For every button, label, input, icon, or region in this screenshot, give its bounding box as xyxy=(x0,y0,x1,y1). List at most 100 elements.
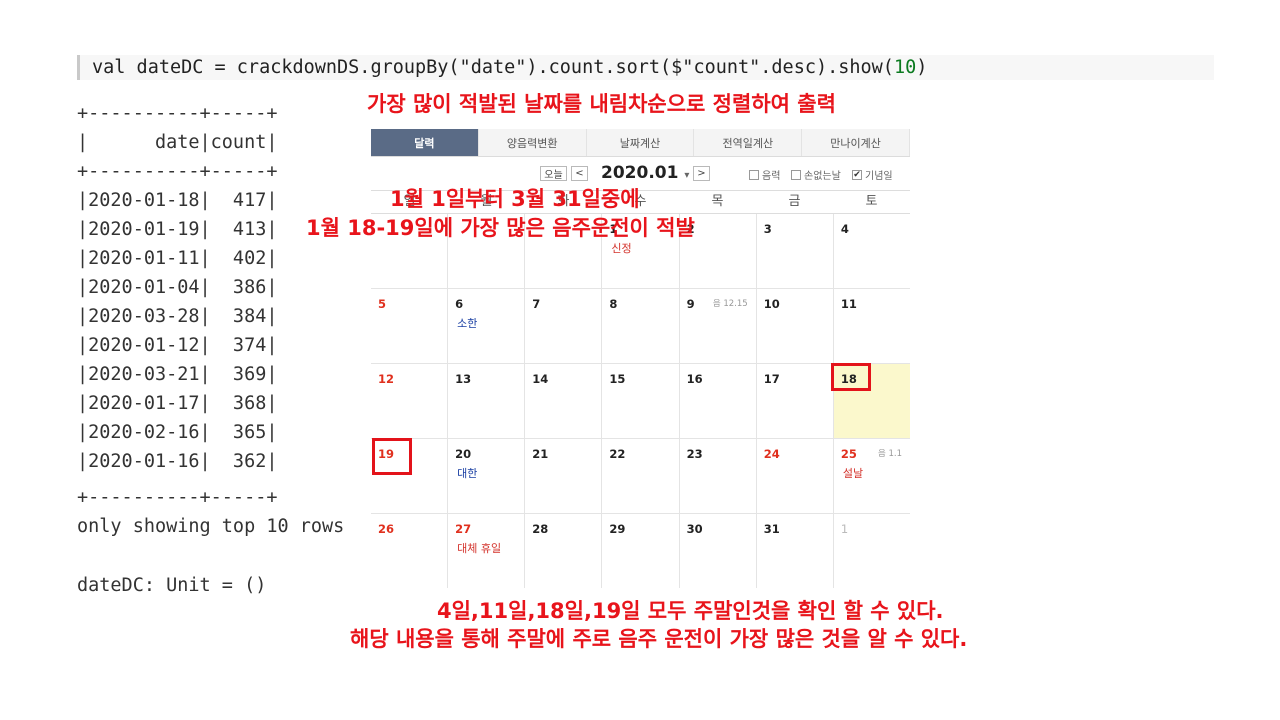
calendar-day-cell[interactable]: 4 xyxy=(834,214,910,288)
lunar-date: 음 12.15 xyxy=(712,299,748,309)
calendar-day-cell[interactable]: 13 xyxy=(448,364,526,438)
option-checkbox-1[interactable]: 손없는날 xyxy=(791,167,841,182)
day-number: 21 xyxy=(532,447,549,461)
calendar-day-cell[interactable]: 30 xyxy=(680,514,757,588)
table-row: |2020-01-18| 417| xyxy=(77,190,278,211)
table-header: | date|count| xyxy=(77,132,278,153)
code-text: val dateDC = crackdownDS.groupBy("date")… xyxy=(92,57,927,78)
next-month-button[interactable]: > xyxy=(693,166,710,181)
day-number: 31 xyxy=(763,522,780,536)
day-number: 5 xyxy=(378,297,387,311)
calendar-day-cell[interactable]: 7 xyxy=(525,289,603,363)
table-row: |2020-01-04| 386| xyxy=(77,277,278,298)
calendar-day-cell[interactable]: 15 xyxy=(602,364,680,438)
option-checkbox-2[interactable]: ✔ 기념일 xyxy=(852,167,893,182)
calendar-day-cell[interactable]: 26 xyxy=(371,514,449,588)
table-row: |2020-02-16| 365| xyxy=(77,422,278,443)
checkbox-checked-icon[interactable]: ✔ xyxy=(852,169,862,180)
day-number: 6 xyxy=(455,297,464,311)
month-selector[interactable]: 2020.01 ▾ xyxy=(601,163,689,183)
option-checkbox-0[interactable]: 음력 xyxy=(749,167,780,182)
calendar-day-cell[interactable]: 16 xyxy=(680,364,757,438)
calendar-day-cell[interactable]: 8 xyxy=(602,289,680,363)
day-number: 26 xyxy=(378,522,395,536)
day-number: 8 xyxy=(609,297,618,311)
table-row: |2020-01-12| 374| xyxy=(77,335,278,356)
checkbox-icon[interactable] xyxy=(791,169,801,180)
tab-3[interactable]: 전역일계산 xyxy=(694,129,803,156)
calendar-day-cell[interactable]: 14 xyxy=(525,364,603,438)
tab-0[interactable]: 달력 xyxy=(371,129,479,156)
day-number: 11 xyxy=(840,297,857,311)
result-text: dateDC: Unit = () xyxy=(77,575,267,596)
table-row: |2020-01-17| 368| xyxy=(77,393,278,414)
day-number: 29 xyxy=(609,522,626,536)
calendar-grid: 1 신정 2 3 4 5 6 소한 7 8 9 음 12.15 10 11 12 13 14 15 16 17 18 19… xyxy=(371,214,910,588)
calendar-day-cell[interactable]: 27 대체 휴일 xyxy=(448,514,526,588)
table-row: |2020-01-11| 402| xyxy=(77,248,278,269)
weekday-label: 목 xyxy=(711,194,724,209)
note-top: 가장 많이 적발된 날짜를 내림차순으로 정렬하여 출력 xyxy=(367,92,836,116)
calendar-day-cell[interactable]: 1 xyxy=(834,514,910,588)
calendar-day-cell[interactable]: 29 xyxy=(602,514,680,588)
today-button[interactable]: 오늘 xyxy=(540,166,567,181)
calendar-day-cell[interactable]: 31 xyxy=(757,514,834,588)
calendar-week-row: 12 13 14 15 16 17 18 xyxy=(371,364,910,439)
table-row: |2020-03-21| 369| xyxy=(77,364,278,385)
chevron-down-icon: ▾ xyxy=(684,170,690,181)
day-number: 17 xyxy=(763,372,780,386)
day-event-label: 소한 xyxy=(457,317,478,330)
day-number: 20 xyxy=(455,447,472,461)
calendar-week-row: 5 6 소한 7 8 9 음 12.15 10 11 xyxy=(371,289,910,364)
table-row: |2020-01-19| 413| xyxy=(77,219,278,240)
day-number: 1 xyxy=(840,522,849,536)
day-number: 10 xyxy=(763,297,780,311)
calendar-day-cell[interactable]: 17 xyxy=(757,364,834,438)
footer-text: only showing top 10 rows xyxy=(77,516,345,537)
highlight-box-18 xyxy=(831,363,871,391)
calendar-tabs: 달력 양음력변환 날짜계산 전역일계산 만나이계산 xyxy=(371,129,910,157)
table-border-mid: +----------+-----+ xyxy=(77,161,278,182)
day-event-label: 대한 xyxy=(457,467,478,480)
calendar-day-cell[interactable]: 21 xyxy=(525,439,603,513)
calendar-day-cell[interactable]: 5 xyxy=(371,289,449,363)
day-number: 13 xyxy=(455,372,472,386)
calendar-day-cell[interactable]: 3 xyxy=(757,214,834,288)
day-number: 27 xyxy=(455,522,472,536)
checkbox-icon[interactable] xyxy=(749,169,759,180)
day-number: 23 xyxy=(686,447,703,461)
calendar-day-cell[interactable]: 25 음 1.1 설날 xyxy=(834,439,910,513)
month-label: 2020.01 xyxy=(601,163,679,183)
calendar-day-cell[interactable]: 10 xyxy=(757,289,834,363)
calendar-day-cell[interactable]: 23 xyxy=(680,439,757,513)
table-row: |2020-03-28| 384| xyxy=(77,306,278,327)
table-border-bottom: +----------+-----+ xyxy=(77,487,278,508)
prev-month-button[interactable]: < xyxy=(571,166,588,181)
weekday-label: 금 xyxy=(788,194,801,209)
tab-2[interactable]: 날짜계산 xyxy=(586,129,695,156)
calendar-day-cell[interactable]: 28 xyxy=(525,514,603,588)
day-number: 22 xyxy=(609,447,626,461)
day-event-label: 신정 xyxy=(611,242,632,255)
tab-4[interactable]: 만나이계산 xyxy=(802,129,910,156)
tab-1[interactable]: 양음력변환 xyxy=(478,129,587,156)
day-number: 15 xyxy=(609,372,626,386)
note-bottom-1: 4일,11일,18일,19일 모두 주말인것을 확인 할 수 있다. xyxy=(437,599,944,623)
calendar-day-cell[interactable]: 20 대한 xyxy=(448,439,526,513)
day-number: 30 xyxy=(686,522,703,536)
calendar-day-cell[interactable]: 22 xyxy=(602,439,680,513)
option-label: 음력 xyxy=(762,171,781,182)
day-number: 9 xyxy=(686,297,695,311)
calendar-day-cell[interactable]: 6 소한 xyxy=(448,289,526,363)
day-number: 14 xyxy=(532,372,549,386)
calendar-week-row: 19 20 대한 21 22 23 24 25 음 1.1 설날 xyxy=(371,439,910,514)
option-label: 기념일 xyxy=(865,171,893,182)
calendar-day-cell[interactable]: 11 xyxy=(834,289,910,363)
code-suffix: ) xyxy=(916,57,928,78)
note-mid-2: 1월 18-19일에 가장 많은 음주운전이 적발 xyxy=(306,216,695,240)
day-number: 24 xyxy=(763,447,780,461)
calendar-day-cell[interactable]: 9 음 12.15 xyxy=(680,289,757,363)
day-number: 16 xyxy=(686,372,703,386)
calendar-day-cell[interactable]: 12 xyxy=(371,364,449,438)
calendar-day-cell[interactable]: 24 xyxy=(757,439,834,513)
